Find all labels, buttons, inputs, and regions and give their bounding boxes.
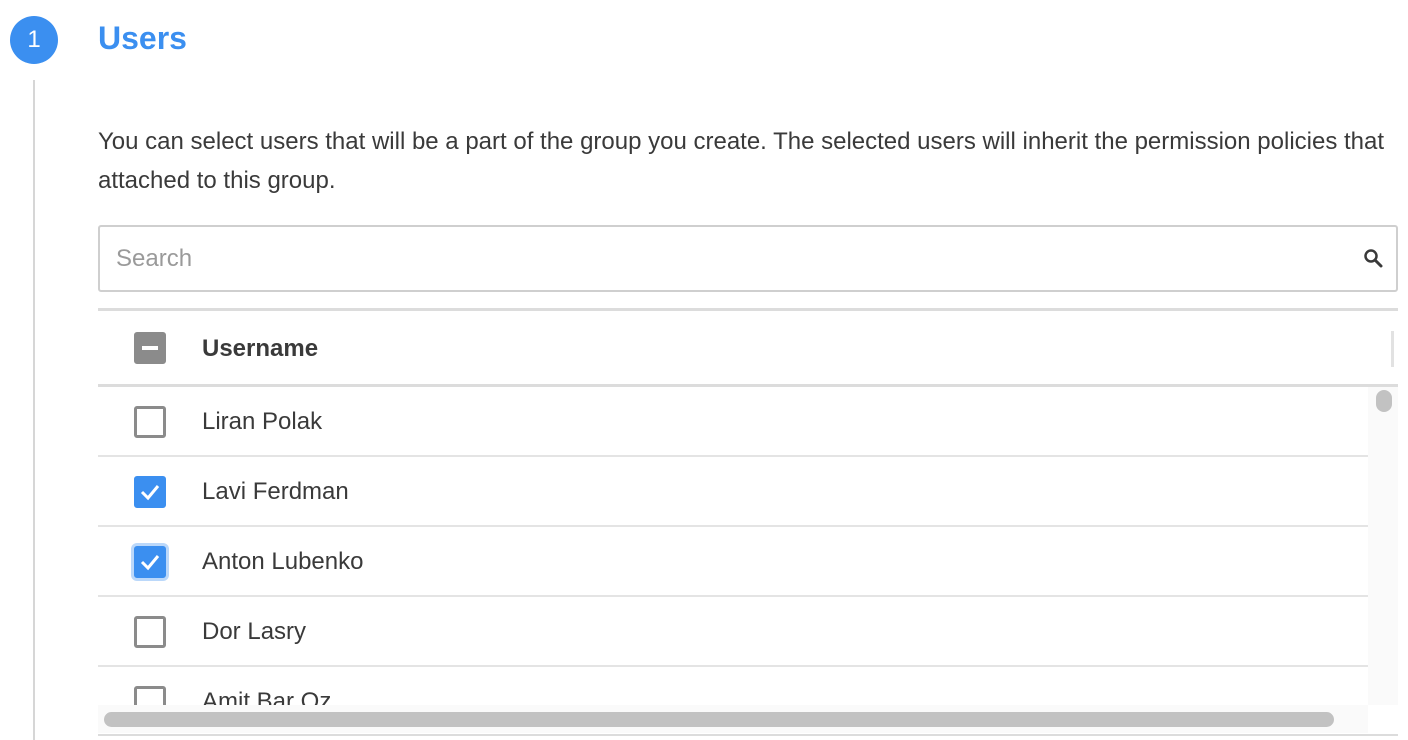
users-table: Username Liran Polak Lavi Ferdman Anton … [98,308,1398,740]
table-row[interactable]: Anton Lubenko [98,527,1368,597]
vertical-scroll-thumb[interactable] [1376,390,1392,412]
checkmark-icon [140,555,160,571]
column-header-username[interactable]: Username [202,335,318,363]
step-number: 1 [27,26,41,53]
column-resize-handle[interactable] [1391,331,1394,367]
row-checkbox[interactable] [134,406,166,438]
step-number-badge: 1 [10,16,58,64]
table-bottom-border [98,734,1398,736]
username-cell: Lavi Ferdman [202,478,349,505]
table-header-row: Username [98,311,1398,385]
select-all-checkbox[interactable] [134,332,166,364]
row-checkbox[interactable] [134,686,166,705]
vertical-scrollbar[interactable] [1368,387,1398,705]
table-row[interactable]: Lavi Ferdman [98,457,1368,527]
username-cell: Anton Lubenko [202,548,364,575]
table-row[interactable]: Amit Bar Oz [98,667,1368,705]
table-body: Liran Polak Lavi Ferdman Anton Lubenko D… [98,387,1368,705]
username-cell: Liran Polak [202,408,323,435]
row-checkbox[interactable] [134,476,166,508]
step-title: Users [98,20,187,56]
row-checkbox[interactable] [134,546,166,578]
step-connector-line [33,80,35,740]
search-input[interactable] [116,227,1346,290]
table-row[interactable]: Dor Lasry [98,597,1368,667]
horizontal-scroll-thumb[interactable] [104,712,1334,727]
row-checkbox[interactable] [134,616,166,648]
search-box [98,225,1398,292]
section-description: You can select users that will be a part… [98,128,1385,194]
username-cell: Dor Lasry [202,618,307,645]
username-cell: Amit Bar Oz [202,688,332,705]
checkmark-icon [140,485,160,501]
search-icon[interactable] [1362,247,1386,271]
table-row[interactable]: Liran Polak [98,387,1368,457]
